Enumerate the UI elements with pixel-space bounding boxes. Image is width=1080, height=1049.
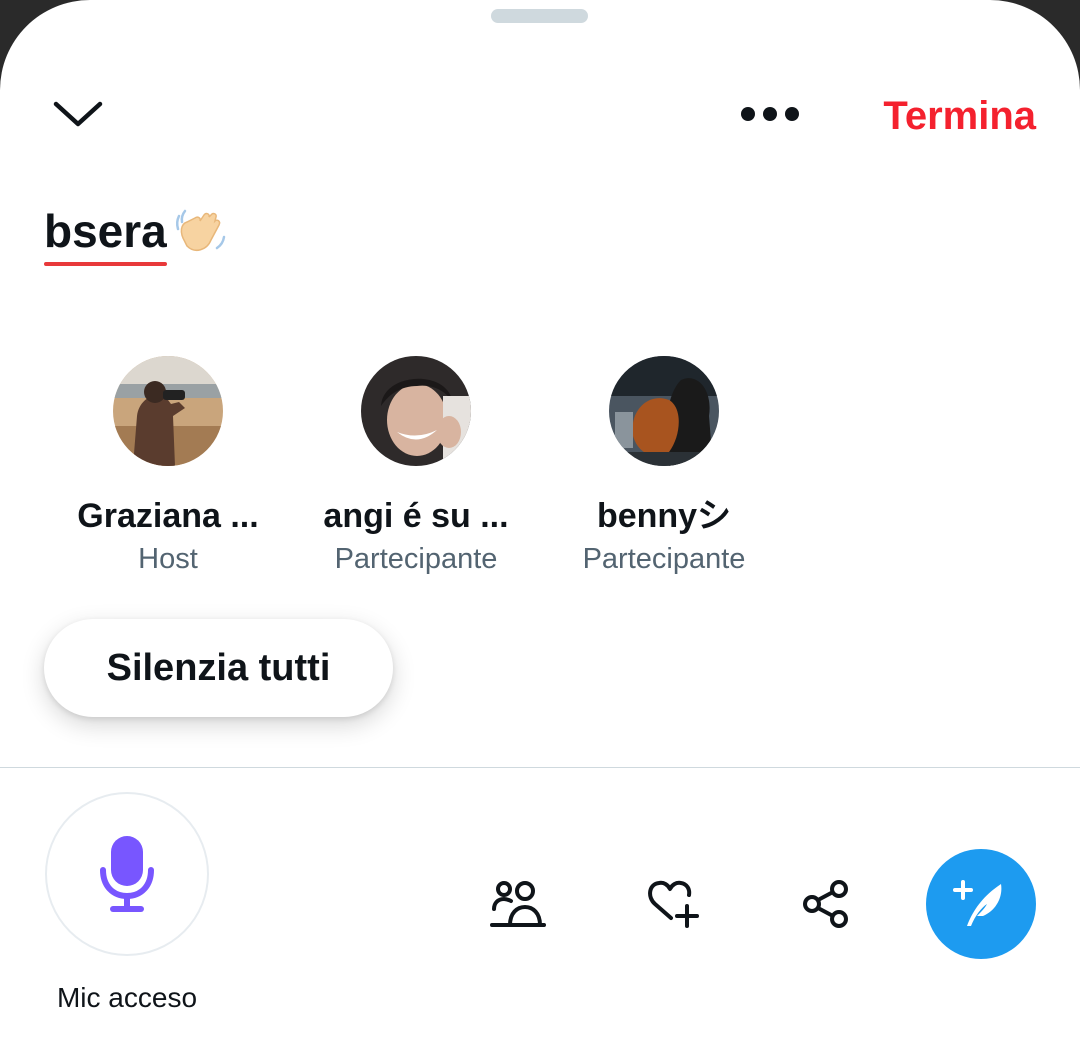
space-title: bsera <box>44 196 229 266</box>
speaker-name: bennyシ <box>596 497 732 535</box>
space-sheet: Termina bsera Graziana ... Host angi é s… <box>0 0 1080 1049</box>
people-icon <box>490 881 546 927</box>
like-button[interactable] <box>640 872 704 936</box>
divider <box>0 767 1080 768</box>
microphone-icon <box>100 836 154 912</box>
drag-handle[interactable] <box>491 9 588 23</box>
compose-button[interactable] <box>926 849 1036 959</box>
participants-button[interactable] <box>486 872 550 936</box>
speaker-item[interactable]: Graziana ... Host <box>43 356 293 576</box>
waving-hand-icon <box>171 202 229 260</box>
space-title-text: bsera <box>44 205 167 266</box>
mute-all-button[interactable]: Silenzia tutti <box>44 619 393 717</box>
speaker-item[interactable]: bennyシ Partecipante <box>539 356 789 576</box>
mic-status-label: Mic acceso <box>56 982 198 1013</box>
end-space-button[interactable]: Termina <box>883 92 1036 140</box>
more-options-button[interactable] <box>730 90 810 138</box>
collapse-button[interactable] <box>48 88 108 140</box>
speaker-role: Partecipante <box>582 543 746 575</box>
speaker-role: Host <box>138 543 198 575</box>
more-horizontal-icon <box>741 107 799 121</box>
speaker-item[interactable]: angi é su ... Partecipante <box>291 356 541 576</box>
compose-icon <box>953 880 1002 926</box>
avatar <box>361 356 471 466</box>
avatar <box>609 356 719 466</box>
microphone-button[interactable] <box>45 792 209 956</box>
avatar <box>113 356 223 466</box>
speaker-role: Partecipante <box>334 543 498 575</box>
share-button[interactable] <box>794 872 858 936</box>
speaker-name: angi é su ... <box>323 497 509 535</box>
chevron-down-icon <box>53 101 103 127</box>
speaker-name: Graziana ... <box>77 497 259 535</box>
heart-plus-icon <box>648 880 699 928</box>
share-icon <box>803 880 848 928</box>
